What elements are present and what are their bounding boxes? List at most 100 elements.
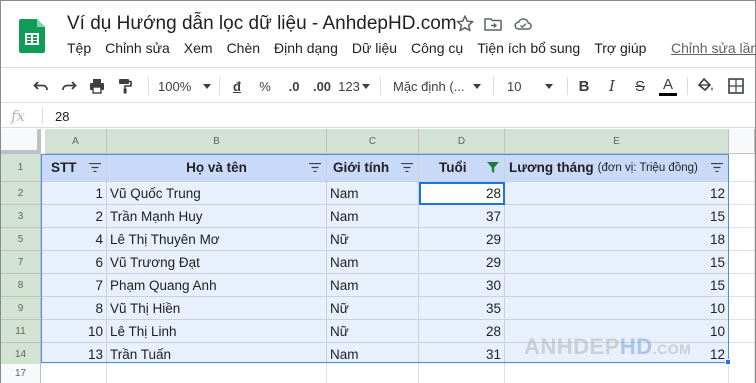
select-all-corner[interactable] bbox=[1, 129, 41, 154]
cell-gender[interactable]: Nữ bbox=[327, 228, 419, 251]
row-header[interactable]: 2 bbox=[1, 182, 41, 205]
cell-age[interactable]: 29 bbox=[419, 251, 505, 274]
row-header[interactable]: 5 bbox=[1, 228, 41, 251]
paint-format-button[interactable] bbox=[113, 68, 137, 104]
grid-cell[interactable] bbox=[729, 228, 755, 251]
cell-stt[interactable]: 4 bbox=[41, 228, 107, 251]
menu-edit[interactable]: Chỉnh sửa bbox=[98, 40, 177, 56]
row-header[interactable]: 11 bbox=[1, 320, 41, 343]
row-header[interactable]: 1 bbox=[1, 154, 41, 182]
cell-salary[interactable]: 12 bbox=[505, 182, 729, 205]
row-header[interactable]: 3 bbox=[1, 205, 41, 228]
menu-insert[interactable]: Chèn bbox=[220, 40, 267, 56]
cell-gender[interactable]: Nam bbox=[327, 274, 419, 297]
cell-name[interactable]: Vũ Thị Hiền bbox=[107, 297, 327, 320]
grid-cell[interactable] bbox=[419, 364, 505, 383]
grid-cell[interactable] bbox=[327, 364, 419, 383]
zoom-select[interactable]: 100% bbox=[154, 68, 212, 104]
cell-age[interactable]: 30 bbox=[419, 274, 505, 297]
menu-help[interactable]: Trợ giúp bbox=[587, 40, 653, 56]
cell-gender[interactable]: Nữ bbox=[327, 320, 419, 343]
cell-age[interactable]: 28 bbox=[419, 320, 505, 343]
cell-gender[interactable]: Nam bbox=[327, 205, 419, 228]
grid-cell[interactable] bbox=[729, 364, 755, 383]
bold-button[interactable]: B bbox=[573, 68, 595, 104]
print-button[interactable] bbox=[85, 68, 109, 104]
increase-decimal-button[interactable]: .00 bbox=[309, 68, 335, 104]
column-header-d[interactable]: D bbox=[419, 129, 505, 154]
header-name[interactable]: Họ và tên bbox=[107, 154, 327, 182]
row-header[interactable]: 14 bbox=[1, 343, 41, 366]
grid-cell[interactable] bbox=[729, 205, 755, 228]
percent-format-button[interactable]: % bbox=[253, 68, 277, 104]
header-gender[interactable]: Giới tính bbox=[327, 154, 419, 182]
column-header-c[interactable]: C bbox=[327, 129, 419, 154]
move-folder-icon[interactable] bbox=[483, 14, 503, 34]
column-header-b[interactable]: B bbox=[107, 129, 327, 154]
cell-stt[interactable]: 8 bbox=[41, 297, 107, 320]
cell-stt[interactable]: 13 bbox=[41, 343, 107, 366]
range-fill-handle[interactable] bbox=[725, 359, 731, 365]
cell-name[interactable]: Trần Tuấn bbox=[107, 343, 327, 366]
cell-gender[interactable]: Nam bbox=[327, 182, 419, 205]
cell-name[interactable]: Phạm Quang Anh bbox=[107, 274, 327, 297]
grid-cell[interactable] bbox=[729, 251, 755, 274]
row-header[interactable]: 7 bbox=[1, 251, 41, 274]
filter-icon[interactable] bbox=[711, 163, 723, 172]
formula-input[interactable]: 28 bbox=[55, 109, 69, 124]
italic-button[interactable]: I bbox=[601, 68, 623, 104]
grid-cell[interactable] bbox=[729, 154, 755, 182]
row-header[interactable]: 17 bbox=[1, 364, 41, 383]
grid-cell[interactable] bbox=[729, 297, 755, 320]
row-header[interactable]: 9 bbox=[1, 297, 41, 320]
grid-cell[interactable] bbox=[107, 364, 327, 383]
cell-salary[interactable]: 18 bbox=[505, 228, 729, 251]
fill-color-button[interactable] bbox=[695, 68, 717, 104]
menu-data[interactable]: Dữ liệu bbox=[345, 40, 404, 56]
grid-cell[interactable] bbox=[729, 182, 755, 205]
font-size-select[interactable]: 10 bbox=[501, 68, 561, 104]
cell-salary[interactable]: 10 bbox=[505, 297, 729, 320]
menu-tools[interactable]: Công cụ bbox=[404, 40, 470, 56]
grid-cell[interactable] bbox=[729, 320, 755, 343]
undo-button[interactable] bbox=[29, 68, 53, 104]
cell-salary[interactable]: 15 bbox=[505, 274, 729, 297]
filter-icon[interactable] bbox=[309, 163, 321, 172]
header-stt[interactable]: STT bbox=[41, 154, 107, 182]
filter-icon[interactable] bbox=[89, 163, 101, 172]
filter-active-icon[interactable] bbox=[487, 162, 499, 173]
grid-cell[interactable] bbox=[505, 364, 729, 383]
cell-gender[interactable]: Nam bbox=[327, 251, 419, 274]
cell-stt[interactable]: 7 bbox=[41, 274, 107, 297]
header-salary[interactable]: Lương tháng (đơn vị: Triệu đồng) bbox=[505, 154, 729, 182]
sheets-logo-icon[interactable] bbox=[19, 19, 45, 53]
column-header-e[interactable]: E bbox=[505, 129, 729, 154]
menu-view[interactable]: Xem bbox=[177, 40, 220, 56]
star-icon[interactable] bbox=[455, 14, 475, 34]
column-header-a[interactable]: A bbox=[45, 129, 107, 154]
cell-age[interactable]: 31 bbox=[419, 343, 505, 366]
cell-stt[interactable]: 2 bbox=[41, 205, 107, 228]
menu-addons[interactable]: Tiện ích bổ sung bbox=[470, 40, 587, 56]
cell-gender[interactable]: Nữ bbox=[327, 297, 419, 320]
last-edit-link[interactable]: Chỉnh sửa lần bbox=[671, 40, 756, 56]
cell-stt[interactable]: 1 bbox=[41, 182, 107, 205]
cloud-saved-icon[interactable] bbox=[513, 14, 533, 34]
borders-button[interactable] bbox=[723, 68, 749, 104]
cell-age[interactable]: 37 bbox=[419, 205, 505, 228]
more-formats-button[interactable]: 123 bbox=[337, 68, 371, 104]
cell-age[interactable]: 29 bbox=[419, 228, 505, 251]
text-color-button[interactable]: A bbox=[657, 68, 679, 104]
cell-name[interactable]: Lê Thị Linh bbox=[107, 320, 327, 343]
cell-name[interactable]: Lê Thị Thuyên Mơ bbox=[107, 228, 327, 251]
cell-stt[interactable]: 10 bbox=[41, 320, 107, 343]
header-age[interactable]: Tuổi bbox=[419, 154, 505, 182]
cell-name[interactable]: Vũ Quốc Trung bbox=[107, 182, 327, 205]
redo-button[interactable] bbox=[57, 68, 81, 104]
cell-age[interactable]: 35 bbox=[419, 297, 505, 320]
cell-salary[interactable]: 15 bbox=[505, 251, 729, 274]
cell-stt[interactable]: 6 bbox=[41, 251, 107, 274]
grid-cell[interactable] bbox=[729, 274, 755, 297]
menu-file[interactable]: Tệp bbox=[60, 40, 98, 56]
menu-format[interactable]: Định dạng bbox=[267, 40, 345, 56]
